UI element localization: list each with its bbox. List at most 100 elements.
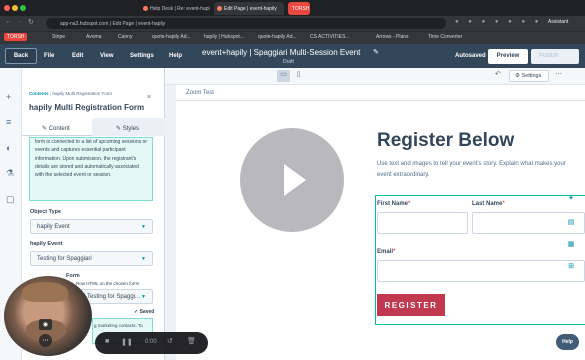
test-icon[interactable]: ⚗ [6,168,14,179]
restart-icon[interactable]: ↺ [167,337,173,345]
settings-label: Settings [521,73,542,79]
bookmark-item[interactable]: quote-hapily Ad... [258,34,297,40]
page-icon[interactable]: ▢ [6,194,15,205]
edit-pencil-icon[interactable]: ✎ [373,48,379,56]
more-options-icon[interactable]: ⋯ [39,334,52,347]
form-label: Form [66,273,80,279]
page-title[interactable]: event+hapily | Spaggiari Multi-Session E… [202,48,360,57]
recording-controls: ■ ❚❚ 0:00 ↺ 🗑 [95,332,208,354]
menu-settings[interactable]: Settings [130,53,154,59]
bookmark-item[interactable]: Time Converter [428,34,462,40]
grid-icon[interactable]: ⊞ [565,262,577,270]
object-type-value: hapily Event [37,224,70,230]
settings-more-icon[interactable]: ⋯ [555,70,562,78]
settings-button[interactable]: ⚙ Settings [509,70,549,82]
bookmark-item[interactable]: Stripe [52,34,65,40]
required-mark: * [408,201,411,207]
bookmark-item[interactable]: Avoma [86,34,101,40]
close-window-icon[interactable] [4,5,10,11]
autosave-status: Autosaved [455,53,486,59]
desktop-icon[interactable]: ▭ [277,70,290,82]
form-select[interactable]: Testing for Spaggi... ▼ [80,289,153,304]
menu-edit[interactable]: Edit [72,53,83,59]
browser-tab-active[interactable]: Edit Page | event-hapily [214,2,284,15]
mobile-icon[interactable]: ▯ [292,70,305,82]
recording-time: 0:00 [145,339,157,345]
last-name-text: Last Name [472,201,503,207]
email-text: Email [377,249,394,255]
chat-icon[interactable]: ▤ [565,218,577,226]
form-value: Testing for Spaggi... [87,294,141,300]
tab-content-label: Content [48,126,70,132]
pause-icon[interactable]: ❚❚ [121,338,133,346]
tab-styles-label: Styles [122,126,140,132]
breadcrumb-leaf: hapily Multi Registration Form [52,91,113,96]
marketing-hint: g marketing contacts. To [94,323,143,328]
back-arrow-icon[interactable]: ← [5,18,12,25]
help-button[interactable]: Help [556,334,579,350]
browser-tab[interactable]: Help Desk | Re: event-hapi [140,2,210,15]
breadcrumb-root[interactable]: Contents [29,91,49,96]
assistant-button[interactable]: Assistant [548,19,568,25]
chevron-down-icon: ▼ [141,224,146,230]
chevron-down-icon: ▼ [141,256,146,262]
tab-label: Help Desk | Re: event-hapi [150,6,210,12]
stop-icon[interactable]: ■ [105,338,109,345]
forward-arrow-icon[interactable]: → [16,18,23,25]
bookmark-item[interactable]: TORSH [4,33,28,41]
form-hint: Row HTML on the chosen form! [76,281,140,286]
tab-styles[interactable]: ✎ Styles [116,125,139,132]
first-name-input[interactable] [377,212,468,234]
menu-view[interactable]: View [100,53,114,59]
camera-icon[interactable]: ◉ [39,319,52,330]
bookmark-item[interactable]: Canny [118,34,132,40]
reload-icon[interactable]: ↻ [28,18,34,26]
draft-status: Draft [283,59,294,65]
bookmark-item[interactable]: CS ACTIVITIES... [310,34,349,40]
panel-title: hapily Multi Registration Form [29,103,145,112]
play-icon [284,164,306,196]
browser-tab[interactable]: TORSH [288,2,310,15]
section-divider [176,100,585,101]
theme-icon[interactable]: ◐ [6,143,11,153]
tab-label: Edit Page | event-hapily [224,6,277,12]
register-button[interactable]: REGISTER [377,294,445,316]
email-input[interactable] [377,260,585,282]
publish-button[interactable]: Publish [531,49,579,64]
preview-button[interactable]: Preview [488,49,528,64]
email-label: Email* [377,249,395,255]
bookmark-item[interactable]: hapily | Hubspot... [204,34,244,40]
saved-status: ✓ Saved [134,309,155,315]
trash-icon[interactable]: 🗑 [187,337,196,345]
first-name-text: First Name [377,201,409,207]
breadcrumb[interactable]: Contents › hapily Multi Registration For… [29,91,112,96]
url-field[interactable]: app-na2.hubspot.com | Edit Page | event-… [46,18,446,29]
extension-icons[interactable]: ● ● ● ● ● ● ● [455,19,542,25]
first-name-label: First Name* [377,201,410,207]
layers-icon[interactable]: ≡ [6,117,11,127]
tab-content[interactable]: ✎ Content [42,125,70,132]
minimize-window-icon[interactable] [12,5,18,11]
undo-icon[interactable]: ↶ [495,70,501,78]
close-icon[interactable]: × [147,94,151,101]
bookmark-item[interactable]: quote-hapily Ad... [152,34,191,40]
event-value: Testing for Spaggiari [37,256,92,262]
event-label: hapily Event [30,241,63,247]
comment-icon[interactable]: ✦ [565,194,577,202]
required-mark: * [393,249,396,255]
back-button[interactable]: Back [5,48,37,64]
bookmark-item[interactable]: Arrows - Plans [376,34,409,40]
chevron-down-icon: ▼ [141,294,146,300]
calendar-icon[interactable]: ▦ [565,240,577,248]
menu-help[interactable]: Help [169,53,182,59]
add-icon[interactable]: + [6,92,11,102]
last-name-label: Last Name* [472,201,505,207]
object-type-label: Object Type [30,209,62,215]
register-heading: Register Below [377,130,515,151]
menu-file[interactable]: File [44,53,54,59]
module-description: form is connected to a list of upcoming … [29,137,153,201]
maximize-window-icon[interactable] [20,5,26,11]
event-select[interactable]: Testing for Spaggiari ▼ [30,251,153,266]
object-type-select[interactable]: hapily Event ▼ [30,219,153,234]
zoom-test-text: Zoom Test [186,90,214,96]
